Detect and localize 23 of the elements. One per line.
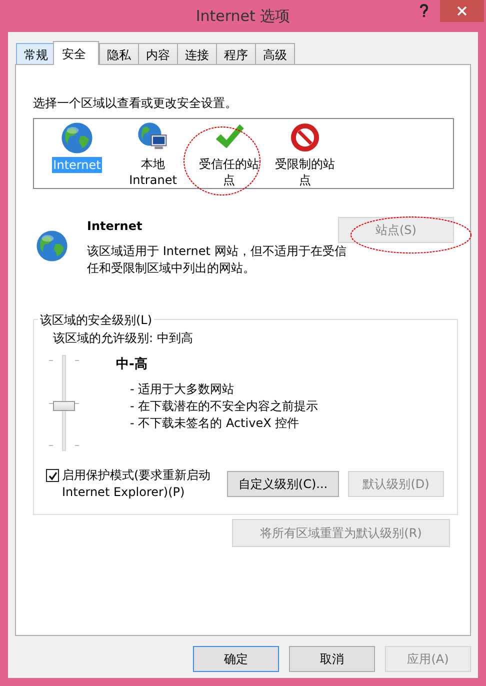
allowed-level-text: 该区域的允许级别: 中到高	[53, 330, 194, 347]
tab[interactable]: 隐私	[99, 43, 139, 64]
tab[interactable]: 内容	[138, 43, 178, 64]
zone-name: Internet	[87, 219, 144, 233]
custom-level-button[interactable]: 自定义级别(C)...	[227, 471, 339, 497]
cancel-button[interactable]: 取消	[289, 646, 375, 672]
checkbox-label[interactable]: 启用保护模式(要求重新启动 Internet Explorer)(P)	[62, 467, 218, 501]
tab[interactable]: 高级	[255, 43, 295, 64]
ok-button[interactable]: 确定	[193, 646, 279, 672]
tab[interactable]: 连接	[177, 43, 217, 64]
zone-item[interactable]: 本地 Intranet	[120, 156, 186, 188]
zone-item[interactable]: 受限制的站点	[272, 156, 338, 188]
tab[interactable]: 常规	[16, 43, 56, 64]
instruction-text: 选择一个区域以查看或更改安全设置。	[33, 95, 238, 112]
level-description: - 在下载潜在的不安全内容之前提示	[130, 398, 318, 415]
window-title: Internet 选项	[196, 6, 290, 26]
level-description: - 不下载未签名的 ActiveX 控件	[130, 415, 300, 432]
zone-description: 该区域适用于 Internet 网站，但不适用于在受信任和受限制区域中列出的网站。	[87, 243, 348, 277]
level-name: 中-高	[116, 356, 148, 373]
tab[interactable]: 安全	[53, 41, 99, 65]
level-description: - 适用于大多数网站	[130, 381, 236, 398]
tab[interactable]: 程序	[216, 43, 256, 64]
group-legend: 该区域的安全级别(L)	[38, 312, 154, 329]
